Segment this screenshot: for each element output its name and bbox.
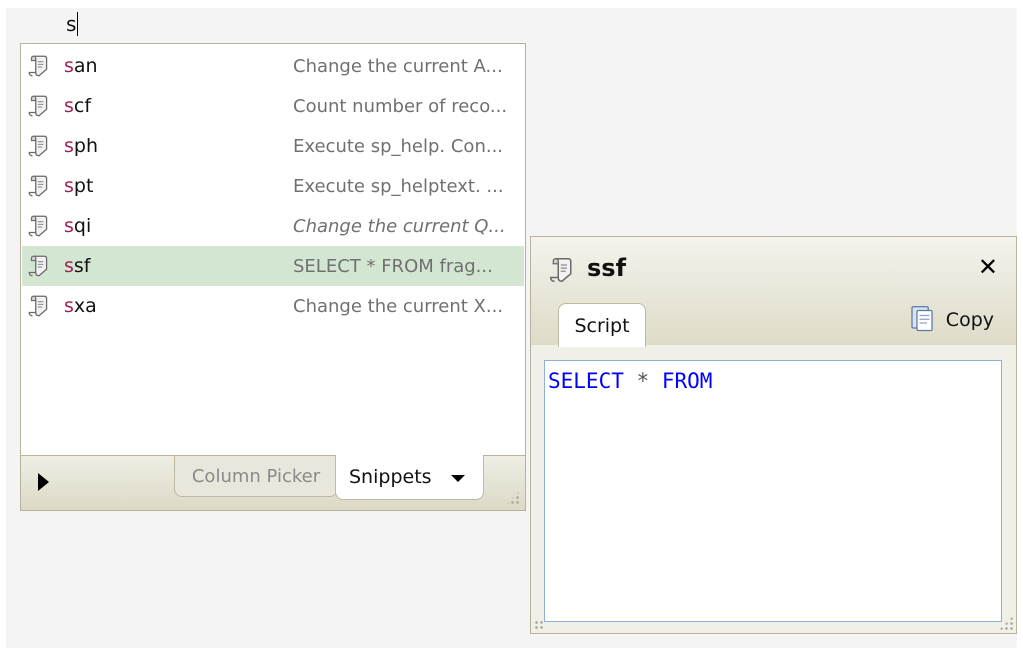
snippet-scroll-icon (547, 255, 577, 289)
match-highlight: s (64, 295, 74, 317)
completion-item[interactable]: spt Execute sp_helptext. ... (22, 166, 524, 206)
dropdown-arrow-icon[interactable] (451, 475, 465, 482)
completion-item-name: sqi (64, 215, 91, 237)
detail-header: ssf ✕ Script Copy (531, 237, 1016, 347)
play-arrow-icon[interactable] (38, 473, 49, 491)
snippet-detail-panel: ssf ✕ Script Copy SELECT * FROM (530, 236, 1017, 634)
completion-item-name: sph (64, 135, 98, 157)
editor-typed-text[interactable]: s (66, 10, 79, 38)
text-caret (77, 12, 79, 36)
completion-item-description: Change the current A... (293, 55, 503, 77)
script-editor[interactable]: SELECT * FROM (544, 360, 1002, 622)
completion-item-name: san (64, 55, 98, 77)
close-icon[interactable]: ✕ (978, 254, 998, 280)
tab-snippets[interactable]: Snippets (335, 455, 484, 500)
completion-item-name: spt (64, 175, 93, 197)
snippet-scroll-icon (24, 206, 54, 246)
match-highlight: s (64, 175, 74, 197)
snippet-scroll-icon (24, 46, 54, 86)
completion-item-name: scf (64, 95, 91, 117)
sql-keyword: FROM (661, 369, 713, 393)
sql-operator: * (636, 369, 650, 393)
typed-text: s (66, 12, 77, 36)
completion-item-rest: sf (73, 255, 91, 277)
snippet-scroll-icon (24, 286, 54, 326)
detail-title: ssf (587, 254, 627, 282)
completion-item-description: Change the current Q... (293, 215, 506, 237)
copy-label: Copy (945, 309, 994, 331)
snippet-scroll-icon (24, 246, 54, 286)
completion-item-description: SELECT * FROM frag... (293, 255, 493, 277)
completion-item[interactable]: sph Execute sp_help. Con... (22, 126, 524, 166)
completion-item-name: ssf (64, 255, 91, 277)
completion-item-rest: qi (73, 215, 92, 237)
tab-snippets-label: Snippets (349, 466, 432, 488)
completion-item-rest: cf (73, 95, 92, 117)
completion-item[interactable]: ssf SELECT * FROM frag... (22, 246, 524, 286)
resize-grip-icon[interactable] (534, 620, 544, 630)
snippet-scroll-icon (24, 166, 54, 206)
completion-item[interactable]: san Change the current A... (22, 46, 524, 86)
completion-item-rest: ph (73, 135, 99, 157)
completion-list: san Change the current A... scf Count numbe… (22, 46, 524, 326)
sql-keyword: SELECT (548, 369, 624, 393)
tab-column-picker[interactable]: Column Picker (174, 456, 338, 497)
completion-item-description: Execute sp_help. Con... (293, 135, 504, 157)
match-highlight: s (64, 255, 74, 277)
completion-item[interactable]: sqi Change the current Q... (22, 206, 524, 246)
copy-button[interactable]: Copy (907, 303, 994, 337)
completion-item-description: Count number of reco... (293, 95, 508, 117)
completion-item-name: sxa (64, 295, 97, 317)
resize-grip-icon[interactable] (505, 490, 521, 506)
completion-item-description: Change the current X... (293, 295, 504, 317)
completion-item-description: Execute sp_helptext. ... (293, 175, 504, 197)
popup-bottom-bar: Column Picker Snippets (21, 455, 525, 510)
tab-script[interactable]: Script (558, 303, 646, 347)
completion-item-rest: an (73, 55, 98, 77)
copy-clipboard-icon (907, 303, 937, 337)
match-highlight: s (64, 215, 74, 237)
match-highlight: s (64, 95, 74, 117)
completion-item-rest: xa (73, 295, 97, 317)
match-highlight: s (64, 55, 74, 77)
completion-item[interactable]: sxa Change the current X... (22, 286, 524, 326)
completion-popup: san Change the current A... scf Count numbe… (20, 43, 526, 511)
match-highlight: s (64, 135, 74, 157)
completion-item[interactable]: scf Count number of reco... (22, 86, 524, 126)
snippet-scroll-icon (24, 86, 54, 126)
snippet-scroll-icon (24, 126, 54, 166)
completion-item-rest: pt (73, 175, 94, 197)
